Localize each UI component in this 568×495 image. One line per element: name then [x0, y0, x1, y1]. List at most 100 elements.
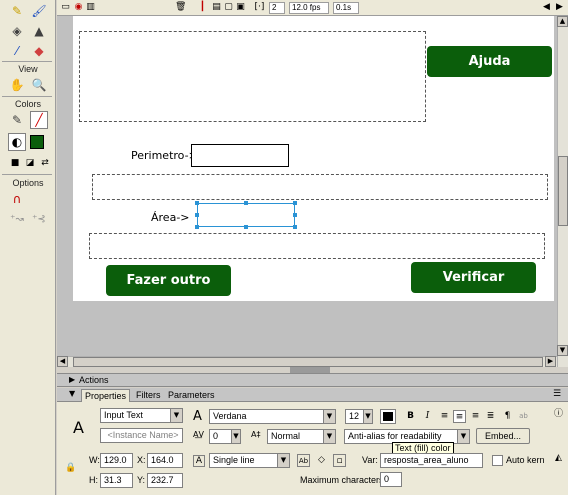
paint-bucket-icon[interactable]: ▲ — [30, 22, 48, 40]
horizontal-scrollbar[interactable]: ◀ ▶ — [57, 356, 557, 367]
pencil-icon[interactable]: ✎ — [8, 2, 26, 20]
scroll-right-icon[interactable]: ▶ — [545, 356, 556, 367]
vertical-scrollbar[interactable]: ▲ ▼ — [557, 16, 568, 367]
eraser-icon[interactable]: ◆ — [30, 42, 48, 60]
resize-handle[interactable] — [195, 201, 199, 205]
scroll-down-icon[interactable]: ▼ — [557, 345, 568, 356]
help-icon[interactable]: ⓘ — [552, 408, 565, 421]
stroke-color-icon[interactable]: ✎ — [8, 111, 26, 129]
chevron-down-icon[interactable]: ▼ — [457, 430, 469, 443]
width-input[interactable]: 129.0 — [100, 453, 133, 468]
modify-markers-icon[interactable]: [·] — [254, 2, 265, 13]
area-input-selected[interactable] — [197, 203, 295, 227]
resize-handle[interactable] — [293, 201, 297, 205]
y-label: Y: — [137, 475, 146, 485]
lock-icon[interactable]: 🔒 — [65, 463, 76, 473]
resize-handle[interactable] — [244, 225, 248, 229]
onion-outline-icon[interactable]: ▤ — [211, 2, 222, 13]
chevron-down-icon[interactable]: ▼ — [363, 410, 372, 423]
auto-kern-checkbox[interactable] — [492, 455, 503, 466]
baseline-select[interactable]: Normal ▼ — [267, 429, 336, 444]
hand-icon[interactable]: ✋ — [8, 76, 26, 94]
selectable-icon[interactable]: Ab — [297, 454, 310, 467]
ink-bottle-icon[interactable]: ◈ — [8, 22, 26, 40]
onion-skin-icon[interactable]: ◉ — [73, 2, 84, 13]
font-size-input[interactable]: 12 ▼ — [345, 409, 373, 424]
var-input[interactable]: resposta_area_aluno — [380, 453, 483, 468]
expand-icon[interactable]: ◭ — [552, 452, 565, 465]
center-frame-icon[interactable]: ┃ — [197, 2, 208, 13]
edit-onion-icon[interactable]: ▣ — [235, 2, 246, 13]
paragraph-icon[interactable]: ¶ — [501, 410, 514, 423]
chevron-down-icon[interactable]: ▼ — [231, 430, 240, 443]
actions-panel-header[interactable]: ▶ Actions — [57, 373, 568, 387]
fill-color-icon[interactable]: ◐ — [8, 133, 26, 151]
fps-field[interactable]: 12.0 fps — [289, 2, 329, 14]
new-exercise-button[interactable]: Fazer outro — [106, 265, 231, 296]
options-label: Options — [12, 178, 44, 188]
resize-handle[interactable] — [195, 213, 199, 217]
line-type-select[interactable]: Single line ▼ — [209, 453, 290, 468]
perimeter-feedback-box[interactable] — [92, 174, 548, 200]
x-input[interactable]: 164.0 — [147, 453, 183, 468]
timeline-bar: ▭ ◉ ▥ 🗑 ┃ ▤ ▢ ▣ [·] 2 12.0 fps 0.1s ◀ ▶ — [57, 0, 568, 16]
verify-button[interactable]: Verificar — [411, 262, 536, 293]
feedback-text-box[interactable] — [79, 31, 426, 122]
perimeter-input[interactable] — [191, 144, 289, 167]
text-color-picker[interactable] — [380, 409, 396, 424]
embed-button[interactable]: Embed... — [476, 428, 530, 444]
vertical-scroll-thumb[interactable] — [558, 156, 568, 226]
align-right-icon[interactable]: ≡ — [469, 410, 482, 423]
eyedropper-icon[interactable]: ⁄ — [8, 42, 26, 60]
zoom-icon[interactable]: 🔍 — [30, 76, 48, 94]
brush-icon[interactable]: 🖌 — [30, 2, 48, 20]
resize-handle[interactable] — [293, 225, 297, 229]
fill-color-swatch[interactable] — [30, 135, 44, 149]
swap-colors-icon[interactable]: ⇄ — [36, 154, 54, 172]
horizontal-scroll-thumb[interactable] — [73, 357, 543, 367]
help-button[interactable]: Ajuda — [427, 46, 552, 77]
bold-button[interactable]: B — [404, 410, 417, 423]
tab-filters[interactable]: Filters — [133, 389, 164, 402]
auto-kern-label: Auto kern — [506, 455, 545, 465]
magnet-icon[interactable]: ∩ — [8, 190, 26, 208]
render-html-icon[interactable]: ◇ — [315, 454, 328, 467]
letter-spacing-input[interactable]: 0 ▼ — [209, 429, 241, 444]
collapse-arrow-icon[interactable]: ▼ — [69, 389, 75, 398]
straighten-icon[interactable]: ⁺⊰ — [30, 210, 48, 228]
instance-name-input[interactable]: <Instance Name> — [100, 428, 183, 443]
resize-handle[interactable] — [195, 225, 199, 229]
text-type-select[interactable]: Input Text ▼ — [100, 408, 183, 423]
font-select[interactable]: Verdana ▼ — [209, 409, 336, 424]
timeline-scroll-left-icon[interactable]: ◀ — [541, 2, 552, 13]
edit-multiple-icon[interactable]: ▥ — [85, 2, 96, 13]
resize-handle[interactable] — [293, 213, 297, 217]
panel-menu-icon[interactable]: ☰ — [553, 389, 561, 399]
text-orientation-icon[interactable]: ab — [517, 410, 530, 423]
scene-icon[interactable]: ▭ — [60, 2, 71, 13]
scroll-up-icon[interactable]: ▲ — [557, 16, 568, 27]
justify-icon[interactable]: ≣ — [484, 410, 497, 423]
chevron-down-icon[interactable]: ▼ — [323, 430, 335, 443]
smooth-icon[interactable]: ⁺↝ — [8, 210, 26, 228]
chevron-down-icon[interactable]: ▼ — [323, 410, 335, 423]
height-input[interactable]: 31.3 — [100, 473, 133, 488]
scroll-left-icon[interactable]: ◀ — [57, 356, 68, 367]
chevron-down-icon[interactable]: ▼ — [170, 409, 182, 422]
no-stroke-swatch-icon[interactable]: ╱ — [30, 111, 48, 129]
max-chars-input[interactable]: 0 — [380, 472, 402, 487]
timeline-scroll-right-icon[interactable]: ▶ — [554, 2, 565, 13]
y-input[interactable]: 232.7 — [147, 473, 183, 488]
expand-arrow-icon[interactable]: ▶ — [69, 375, 75, 384]
onion-markers-icon[interactable]: ▢ — [223, 2, 234, 13]
italic-button[interactable]: I — [421, 410, 434, 423]
resize-handle[interactable] — [244, 201, 248, 205]
align-center-icon[interactable]: ≡ — [453, 410, 466, 423]
tab-properties[interactable]: Properties — [81, 389, 131, 402]
tab-parameters[interactable]: Parameters — [165, 389, 218, 402]
area-feedback-box[interactable] — [89, 233, 545, 259]
show-border-icon[interactable]: ▫ — [333, 454, 346, 467]
chevron-down-icon[interactable]: ▼ — [277, 454, 289, 467]
align-left-icon[interactable]: ≡ — [438, 410, 451, 423]
trash-icon[interactable]: 🗑 — [175, 2, 186, 13]
